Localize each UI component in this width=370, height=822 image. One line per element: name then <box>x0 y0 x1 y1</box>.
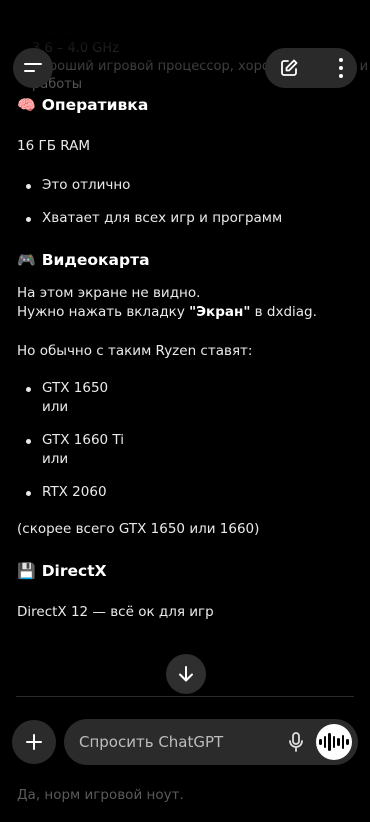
input-placeholder: Спросить ChatGPT <box>79 733 224 751</box>
list-item: Это отлично <box>26 176 357 195</box>
battery-level: 60 <box>338 9 350 18</box>
voice-wave-icon <box>319 739 322 745</box>
ram-bullets: Это отлично Хватает для всех игр и прогр… <box>17 176 357 228</box>
section-heading-ram: 🧠 Оперативка <box>17 93 357 117</box>
arrow-down-icon <box>179 666 193 682</box>
list-item: GTX 1660 Ti или <box>26 431 357 469</box>
directx-line: DirectX 12 — всё ок для игр <box>17 604 214 620</box>
signal-icon <box>312 10 326 22</box>
gpu-note: (скорее всего GTX 1650 или 1660) <box>17 521 260 537</box>
divider <box>16 696 354 697</box>
scroll-down-button[interactable] <box>166 654 206 694</box>
heading-text: Видеокарта <box>41 250 150 269</box>
network-label: 4G+ <box>285 10 306 21</box>
heading-text: Оперативка <box>41 95 149 114</box>
dictate-button[interactable] <box>288 731 304 757</box>
new-chat-button[interactable] <box>279 58 299 82</box>
faded-line: кэш L3: 16 МБ / потоков <box>32 23 196 38</box>
more-options-icon[interactable] <box>339 58 343 78</box>
gamepad-icon: 🎮 <box>17 250 36 269</box>
gpu-line-3: Но обычно с таким Ryzen ставят: <box>17 343 253 359</box>
hamburger-icon <box>24 63 42 72</box>
ram-amount: 16 ГБ RAM <box>17 138 90 154</box>
list-item: GTX 1650 или <box>26 379 357 417</box>
assistant-message: 🧠 Оперативка 16 ГБ RAM Это отлично Хвата… <box>17 93 357 622</box>
next-message-preview: Да, норм игровой ноут. <box>17 787 184 803</box>
battery-icon: 60 <box>332 9 356 22</box>
section-heading-directx: 💾 DirectX <box>17 559 357 583</box>
list-item: RTX 2060 <box>26 483 357 502</box>
heading-text: DirectX <box>41 561 107 580</box>
plus-icon <box>26 734 42 750</box>
edit-icon <box>281 59 298 76</box>
section-heading-gpu: 🎮 Видеокарта <box>17 248 357 272</box>
list-item: Хватает для всех игр и программ <box>26 209 357 228</box>
message-input[interactable]: Спросить ChatGPT <box>64 719 358 765</box>
gpu-line-1: На этом экране не видно. <box>17 285 201 301</box>
gpu-line-2: Нужно нажать вкладку "Экран" в dxdiag. <box>17 304 317 320</box>
gpu-options: GTX 1650 или GTX 1660 Ti или RTX 2060 <box>17 379 357 502</box>
menu-button[interactable] <box>13 48 53 88</box>
top-actions <box>265 48 357 88</box>
attach-button[interactable] <box>12 720 56 764</box>
floppy-disk-icon: 💾 <box>17 561 36 580</box>
voice-mode-button[interactable] <box>316 724 352 760</box>
brain-icon: 🧠 <box>17 95 36 114</box>
status-indicators: 4G+ 60 <box>286 9 356 22</box>
microphone-icon <box>289 732 303 752</box>
